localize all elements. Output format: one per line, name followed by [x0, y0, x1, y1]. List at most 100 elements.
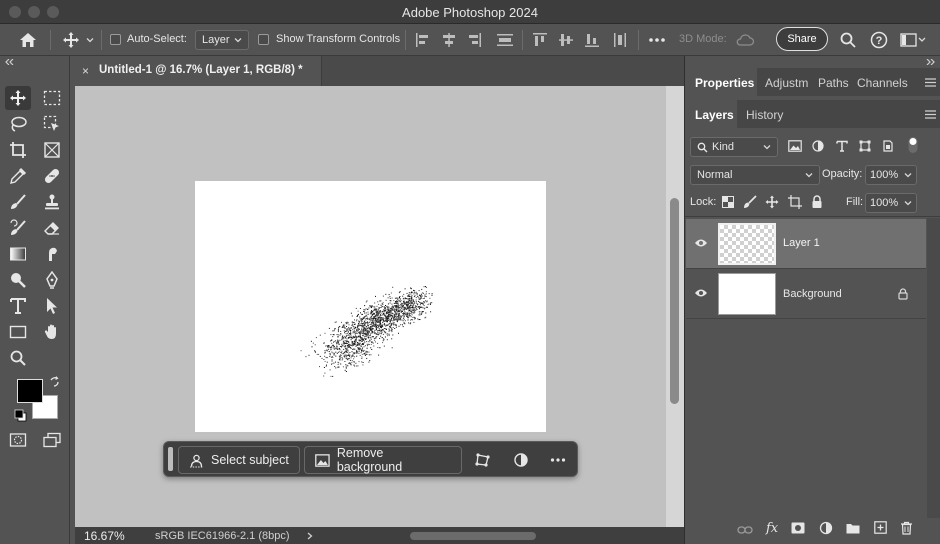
horizontal-scrollbar-thumb[interactable]: [410, 532, 536, 540]
remove-background-button[interactable]: Remove background: [304, 446, 462, 474]
expand-panels-icon[interactable]: [925, 59, 935, 65]
delete-layer-icon[interactable]: [900, 521, 913, 535]
auto-select-checkbox[interactable]: [110, 34, 121, 45]
more-icon[interactable]: [550, 457, 566, 463]
collapse-toolbar-icon[interactable]: [5, 59, 15, 65]
filter-toggle-icon[interactable]: [907, 136, 919, 154]
align-bottom-icon[interactable]: [584, 32, 600, 48]
more-options-icon[interactable]: [648, 37, 666, 43]
filter-smart-object-icon[interactable]: [882, 140, 894, 152]
path-selection-tool[interactable]: [39, 294, 65, 318]
new-layer-icon[interactable]: [874, 521, 887, 534]
filter-type-icon[interactable]: [836, 140, 848, 152]
lock-artboard-icon[interactable]: [788, 195, 802, 209]
tab-properties[interactable]: Properties: [695, 76, 754, 90]
fill-input[interactable]: 100%: [865, 193, 917, 213]
healing-brush-tool[interactable]: [39, 164, 65, 188]
distribute-vertical-icon[interactable]: [612, 32, 628, 48]
adjustment-layer-icon[interactable]: [513, 452, 529, 468]
move-tool-preset-button[interactable]: [58, 30, 98, 50]
show-transform-checkbox[interactable]: [258, 34, 269, 45]
eyedropper-tool[interactable]: [5, 164, 31, 188]
layer-1-thumbnail[interactable]: [718, 223, 776, 265]
lock-all-icon[interactable]: [811, 195, 823, 209]
background-layer-name[interactable]: Background: [783, 288, 842, 300]
frame-tool[interactable]: [39, 138, 65, 162]
screen-mode-button[interactable]: [39, 428, 65, 452]
tab-paths[interactable]: Paths: [818, 76, 849, 90]
panel-menu-icon[interactable]: [925, 110, 936, 119]
smudge-tool[interactable]: [39, 242, 65, 266]
default-colors-icon[interactable]: [14, 409, 28, 423]
filter-pixel-icon[interactable]: [788, 140, 802, 152]
filter-adjustment-icon[interactable]: [812, 140, 824, 152]
panel-menu-icon[interactable]: [925, 78, 936, 87]
align-horizontal-center-icon[interactable]: [441, 32, 457, 48]
eraser-tool[interactable]: [39, 216, 65, 240]
foreground-color-swatch[interactable]: [17, 379, 43, 403]
tab-history[interactable]: History: [746, 108, 783, 122]
lock-transparent-pixels-icon[interactable]: [722, 196, 734, 208]
select-subject-button[interactable]: Select subject: [178, 446, 300, 474]
document-canvas[interactable]: [195, 181, 546, 432]
cloud-sync-icon[interactable]: [735, 32, 755, 48]
align-vertical-center-icon[interactable]: [558, 32, 574, 48]
close-document-icon[interactable]: ×: [82, 64, 89, 78]
align-left-icon[interactable]: [415, 32, 431, 48]
move-tool[interactable]: [5, 86, 31, 110]
pen-tool[interactable]: [39, 268, 65, 292]
object-selection-tool[interactable]: [39, 112, 65, 136]
quick-mask-button[interactable]: [5, 428, 31, 452]
align-top-icon[interactable]: [532, 32, 548, 48]
search-icon[interactable]: [839, 31, 857, 49]
home-button[interactable]: [14, 30, 42, 50]
distribute-horizontal-icon[interactable]: [496, 32, 514, 48]
history-brush-tool[interactable]: [5, 216, 31, 240]
background-thumbnail[interactable]: [718, 273, 776, 315]
link-layers-icon[interactable]: [737, 525, 753, 535]
layers-scroll-track[interactable]: [927, 218, 940, 518]
lock-image-pixels-icon[interactable]: [743, 195, 757, 209]
tab-layers[interactable]: Layers: [695, 108, 734, 122]
workspace-switcher-icon[interactable]: [900, 32, 926, 48]
align-right-icon[interactable]: [466, 32, 482, 48]
clone-stamp-tool[interactable]: [39, 190, 65, 214]
layer-row-layer-1[interactable]: Layer 1: [686, 219, 926, 269]
new-adjustment-layer-icon[interactable]: [819, 521, 833, 535]
zoom-level[interactable]: 16.67%: [84, 529, 125, 543]
filter-shape-icon[interactable]: [859, 140, 871, 152]
dodge-tool[interactable]: [5, 268, 31, 292]
zoom-tool[interactable]: [5, 346, 31, 370]
marquee-tool[interactable]: [39, 86, 65, 110]
layer-filter-dropdown[interactable]: Kind: [690, 137, 778, 157]
opacity-input[interactable]: 100%: [865, 165, 917, 185]
taskbar-drag-handle[interactable]: [168, 447, 173, 471]
share-button[interactable]: Share: [776, 27, 828, 51]
tab-channels[interactable]: Channels: [857, 76, 908, 90]
crop-tool[interactable]: [5, 138, 31, 162]
new-group-icon[interactable]: [846, 522, 860, 534]
lock-position-icon[interactable]: [765, 195, 779, 209]
gradient-tool[interactable]: [5, 242, 31, 266]
eye-icon[interactable]: [694, 238, 708, 248]
tab-adjustments[interactable]: Adjustm: [765, 76, 808, 90]
brush-tool[interactable]: [5, 190, 31, 214]
lasso-tool[interactable]: [5, 112, 31, 136]
rectangle-tool[interactable]: [5, 320, 31, 344]
transform-icon[interactable]: [475, 452, 491, 468]
auto-select-dropdown[interactable]: Layer: [195, 30, 249, 50]
blend-mode-dropdown[interactable]: Normal: [690, 165, 820, 185]
color-profile[interactable]: sRGB IEC61966-2.1 (8bpc): [155, 530, 290, 542]
eye-icon[interactable]: [694, 288, 708, 298]
layer-1-name[interactable]: Layer 1: [783, 237, 820, 249]
type-tool[interactable]: [5, 294, 31, 318]
add-mask-icon[interactable]: [791, 522, 805, 534]
help-icon[interactable]: ?: [870, 31, 888, 49]
swap-colors-icon[interactable]: [49, 376, 61, 388]
vertical-scrollbar-thumb[interactable]: [670, 198, 679, 404]
document-tab[interactable]: × Untitled-1 @ 16.7% (Layer 1, RGB/8) *: [75, 56, 322, 86]
layer-row-background[interactable]: Background: [686, 269, 926, 319]
chevron-right-icon[interactable]: [307, 532, 313, 540]
hand-tool[interactable]: [39, 320, 65, 344]
layer-style-icon[interactable]: fx: [766, 521, 778, 536]
